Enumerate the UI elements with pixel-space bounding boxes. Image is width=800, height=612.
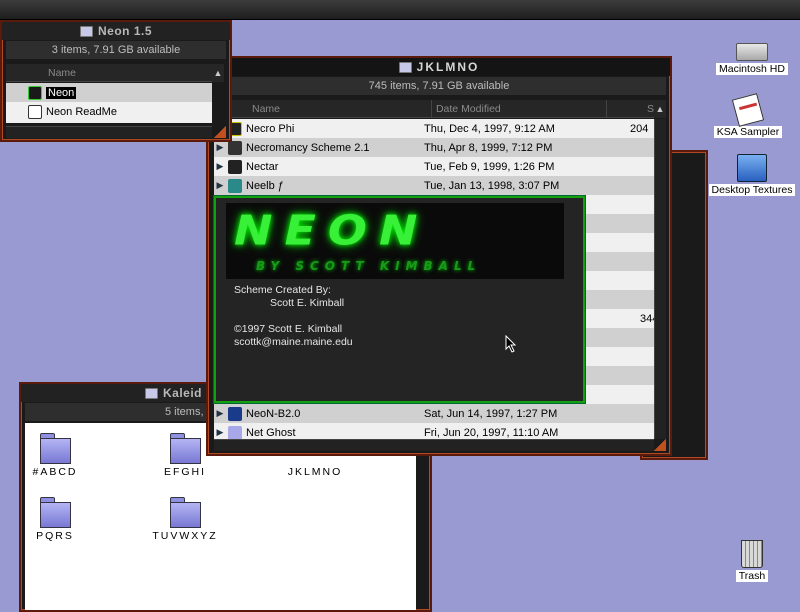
folder-icon [40, 495, 71, 528]
list-item[interactable]: Neon ReadMe [6, 102, 212, 121]
folder-icon [737, 154, 767, 182]
file-list: Neon Neon ReadMe [6, 83, 212, 123]
window-title: Kaleid [163, 386, 203, 400]
mouse-cursor-icon [505, 335, 517, 353]
item-count: 5 items, [165, 406, 204, 418]
file-date: Tue, Feb 9, 1999, 1:26 PM [424, 160, 555, 173]
trash-icon [741, 540, 763, 568]
table-row[interactable]: ▶ Nectar Tue, Feb 9, 1999, 1:26 PM [214, 157, 654, 176]
credit-author: Scott E. Kimball [270, 297, 345, 309]
file-name: Nectar [246, 160, 279, 173]
file-size: 344 [640, 312, 654, 325]
disclosure-triangle-icon[interactable]: ▶ [214, 142, 226, 153]
file-date: Fri, Jun 20, 1997, 11:10 AM [424, 426, 559, 439]
sort-direction-button[interactable]: ▲ [654, 100, 666, 118]
info-bar: 745 items, 7.91 GB available [212, 77, 666, 95]
about-splash: NEON BY SCOTT KIMBALL Scheme Created By:… [214, 196, 585, 403]
folder-item[interactable]: TUVWXYZ [140, 495, 230, 542]
folder-icon [170, 431, 201, 464]
file-date: Tue, Jan 13, 1998, 3:07 PM [424, 179, 560, 192]
contact-email: scottk@maine.maine.edu [234, 336, 353, 348]
table-row[interactable]: ▶ NeoN-B2.0 Sat, Jun 14, 1997, 1:27 PM [214, 404, 654, 423]
table-row[interactable]: Necro Phi Thu, Dec 4, 1997, 9:12 AM 204 [214, 119, 654, 138]
column-size-header[interactable]: S [605, 99, 654, 118]
neon-logo: NEON BY SCOTT KIMBALL [226, 203, 564, 279]
folder-item[interactable]: #ABCD [10, 431, 100, 478]
file-name: Necro Phi [246, 122, 295, 135]
file-name: Net Ghost [246, 426, 296, 439]
column-date-header[interactable]: Date Modified [430, 99, 606, 118]
table-row[interactable]: ▶ Necromancy Scheme 2.1 Thu, Apr 8, 1999… [214, 138, 654, 157]
resize-handle[interactable] [654, 439, 666, 451]
folder-label: TUVWXYZ [152, 530, 218, 542]
disclosure-triangle-icon[interactable]: ▶ [214, 161, 226, 172]
desktop-icon-trash[interactable]: Trash [707, 540, 797, 582]
folder-icon [398, 61, 412, 73]
file-date: Thu, Apr 8, 1999, 7:12 PM [424, 141, 553, 154]
file-name: Necromancy Scheme 2.1 [246, 141, 370, 154]
scheme-icon [228, 140, 242, 155]
desktop-icon-label: Desktop Textures [708, 184, 796, 196]
folder-dark-icon [228, 159, 242, 174]
readme-icon [28, 104, 42, 119]
window-title: JKLMNO [416, 60, 480, 74]
desktop-icon-label: Trash [735, 570, 769, 582]
sort-direction-button[interactable]: ▲ [212, 64, 224, 82]
credit-heading: Scheme Created By: [234, 284, 331, 296]
info-bar: 3 items, 7.91 GB available [6, 41, 226, 59]
column-header: Name Date Modified S [214, 99, 654, 118]
file-size: 204 [630, 122, 649, 135]
folder-item[interactable]: PQRS [10, 495, 100, 542]
table-row[interactable]: ▶ Neelb ƒ Tue, Jan 13, 1998, 3:07 PM [214, 176, 654, 195]
folder-teal-icon [228, 178, 242, 193]
hard-drive-icon [736, 43, 768, 61]
window-neon[interactable]: Neon 1.5 3 items, 7.91 GB available Name… [0, 20, 232, 142]
file-date: Sat, Jun 14, 1997, 1:27 PM [424, 407, 558, 420]
disclosure-triangle-icon[interactable]: ▶ [214, 427, 226, 438]
folder-label: JKLMNO [287, 466, 343, 478]
desktop-icon-label: Macintosh HD [716, 63, 788, 75]
folder-icon [170, 495, 201, 528]
item-label: Neon ReadMe [46, 105, 117, 118]
horizontal-scrollbar[interactable] [6, 126, 212, 138]
vertical-scrollbar[interactable] [654, 119, 666, 439]
horizontal-scrollbar[interactable] [214, 439, 654, 451]
file-name: NeoN-B2.0 [246, 407, 301, 420]
item-count: 745 items, 7.91 GB available [368, 80, 510, 92]
menu-bar[interactable] [0, 0, 800, 20]
desktop-icon-desktop-textures[interactable]: Desktop Textures [707, 154, 797, 196]
desktop-icon-macintosh-hd[interactable]: Macintosh HD [707, 40, 797, 75]
folder-icon [145, 387, 158, 399]
column-name-header[interactable]: Name [214, 103, 431, 115]
folder-blue-icon [228, 406, 242, 421]
disclosure-triangle-icon[interactable]: ▶ [214, 408, 226, 419]
title-bar[interactable]: JKLMNO [208, 58, 670, 76]
folder-icon [79, 25, 93, 37]
column-header: Name [6, 64, 212, 82]
item-count: 3 items, 7.91 GB available [51, 44, 181, 56]
window-title: Neon 1.5 [97, 24, 152, 38]
item-label[interactable]: Neon [46, 86, 77, 99]
file-name: Neelb ƒ [246, 179, 284, 192]
desktop-icon-ksa-sampler[interactable]: KSA Sampler [703, 93, 793, 138]
folder-icon [40, 431, 71, 464]
folder-label: EFGHI [163, 466, 207, 478]
desktop-icon-label: KSA Sampler [713, 126, 783, 138]
file-date: Thu, Dec 4, 1997, 9:12 AM [424, 122, 555, 135]
document-icon [28, 85, 42, 100]
title-bar[interactable]: Neon 1.5 [2, 22, 230, 40]
folder-icon [228, 425, 242, 440]
folder-label: PQRS [36, 530, 74, 542]
copyright-text: ©1997 Scott E. Kimball [234, 323, 343, 335]
column-name-header[interactable]: Name [6, 67, 76, 79]
document-icon [731, 93, 765, 127]
list-item[interactable]: Neon [6, 83, 212, 102]
disclosure-triangle-icon[interactable]: ▶ [214, 180, 226, 191]
folder-label: #ABCD [32, 466, 78, 478]
resize-handle[interactable] [214, 126, 226, 138]
